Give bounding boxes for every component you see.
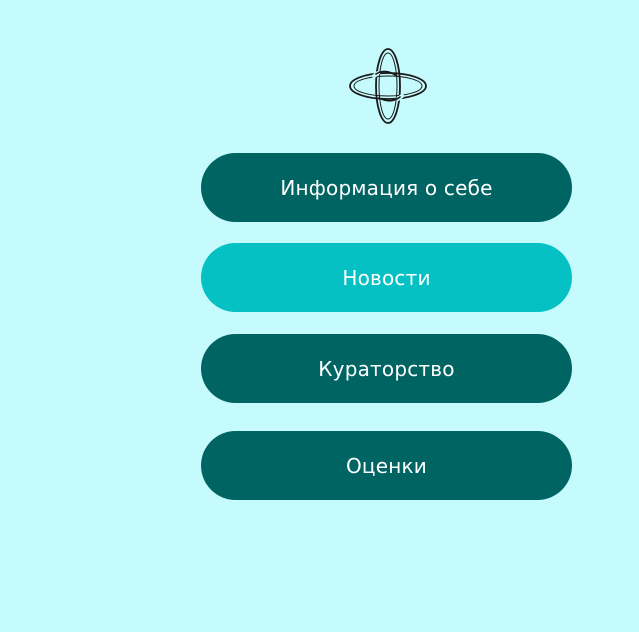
menu-button-grades[interactable]: Оценки bbox=[201, 431, 572, 500]
app-logo-icon bbox=[347, 46, 429, 126]
menu-button-about-me[interactable]: Информация о себе bbox=[201, 153, 572, 222]
menu-button-curatorship[interactable]: Кураторство bbox=[201, 334, 572, 403]
menu-button-label: Оценки bbox=[345, 453, 427, 478]
menu-button-label: Кураторство bbox=[318, 356, 455, 381]
menu-button-label: Информация о себе bbox=[280, 175, 493, 200]
menu-button-label: Новости bbox=[342, 265, 431, 290]
menu-button-news[interactable]: Новости bbox=[201, 243, 572, 312]
